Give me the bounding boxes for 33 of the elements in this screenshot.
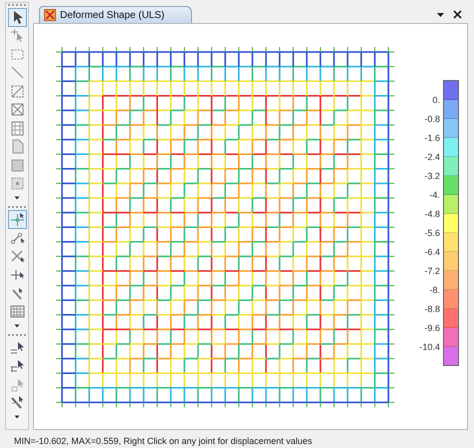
cross-icon	[8, 248, 26, 265]
legend-label: -8.8	[424, 303, 440, 316]
tool-button[interactable]	[8, 8, 26, 26]
close-icon[interactable]	[453, 10, 462, 19]
legend-label: -1.6	[424, 132, 440, 145]
legend-label: -9.6	[424, 322, 440, 335]
dropdown-icon	[14, 415, 20, 419]
dropdown-icon[interactable]	[436, 10, 445, 19]
node-icon	[8, 210, 26, 228]
legend-label: -4.	[429, 189, 440, 202]
legend-label: -3.2	[424, 170, 440, 183]
legend-label: 0.	[432, 94, 440, 107]
shape-icon	[44, 9, 56, 21]
legend-label: -7.2	[424, 265, 440, 278]
legend-label: -8.	[429, 284, 440, 297]
node-pointer-icon	[8, 27, 26, 44]
dropdown-icon	[14, 324, 20, 328]
legend-label: -4.8	[424, 208, 440, 221]
tool-button[interactable]	[8, 210, 26, 228]
grid-rectangle-icon	[8, 120, 26, 137]
square-icon	[8, 156, 26, 174]
crossed-rectangle-icon	[8, 101, 26, 118]
legend-label: -0.8	[424, 113, 440, 126]
dotted-square-icon	[8, 175, 26, 192]
legend-label: -5.6	[424, 227, 440, 240]
pointer-icon	[8, 357, 26, 374]
legend-label: -2.4	[424, 151, 440, 164]
diagonal-rectangle-icon	[8, 82, 26, 100]
dropdown-icon	[14, 196, 20, 200]
legend-label: -6.4	[424, 246, 440, 259]
legend-label: -10.4	[419, 341, 440, 354]
document-tab[interactable]: Deformed Shape (ULS)	[39, 6, 192, 23]
grid-icon	[8, 303, 26, 320]
